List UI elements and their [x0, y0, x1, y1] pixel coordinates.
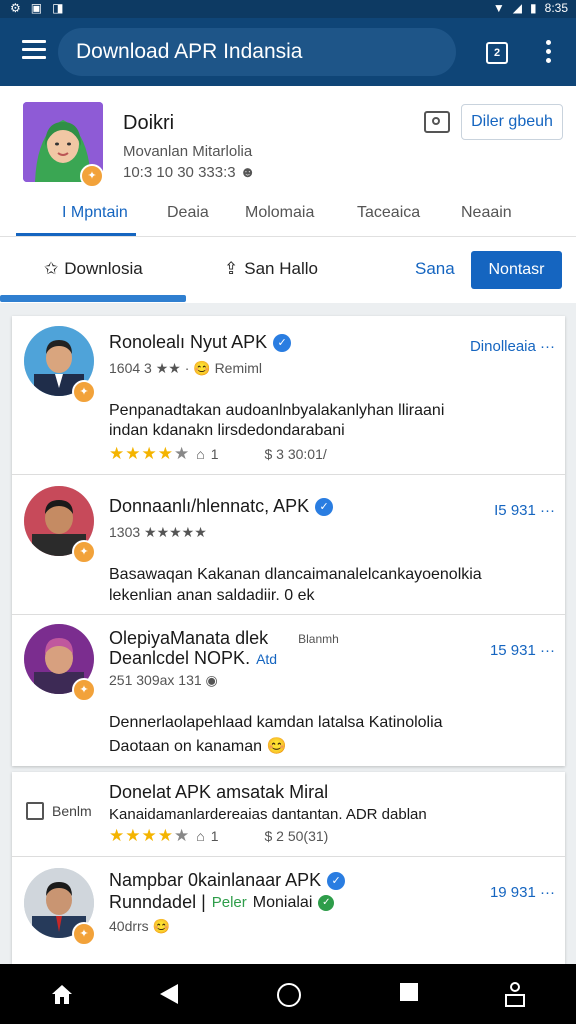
item-description-2: indan kdanakn lirsdedondarabani	[109, 422, 345, 439]
list-item[interactable]: ✦ Ronolealı Nyut APK ✓ 1604 3 ★★ · 😊 Remi…	[12, 316, 565, 475]
item-description: Basawaqan Kakanan dlancaimanalelcankayoe…	[109, 566, 482, 583]
tab-deaia[interactable]: Deaia	[167, 204, 209, 222]
app-list-card-2: Benlm Donelat APK amsatak Miral Kanaidam…	[12, 772, 565, 964]
profile-subtitle: Movanlan Mitarlolia	[123, 143, 253, 160]
app-title: Download APR Indansia	[76, 40, 303, 63]
item-meta: 1604 3 ★★ · 😊 Remiml	[109, 360, 263, 376]
item-description-2: Daotaan on kanaman 😊	[109, 738, 287, 755]
search-field[interactable]: Download APR Indansia	[58, 28, 456, 76]
clock: 8:35	[544, 1, 568, 15]
settings-icon: ⚙	[10, 1, 21, 15]
tab-neaain[interactable]: Neaain	[461, 204, 512, 222]
wifi-icon: ▼	[492, 1, 505, 15]
briefcase-icon: ▣	[30, 1, 43, 15]
emoji-icon: ☻	[239, 164, 256, 181]
tab-taceaica[interactable]: Taceaica	[357, 204, 420, 222]
item-meta: 1303 ★★★★★	[109, 524, 207, 540]
badge-icon: ✦	[72, 540, 96, 564]
sana-link[interactable]: Sana	[415, 259, 455, 279]
item-title-2: Runndadel | Peler Monialai ✓	[109, 892, 335, 913]
tabs-icon[interactable]: 2	[486, 42, 508, 64]
check-icon: ✓	[318, 894, 335, 911]
tab-molomaia[interactable]: Molomaia	[245, 204, 314, 222]
battery-icon: ▮	[530, 1, 537, 15]
item-action[interactable]: I5 931 ···	[494, 502, 555, 519]
signal-icon: ◢	[512, 1, 523, 15]
item-title-2: Deanlcdel NOPK. Atd	[109, 648, 278, 668]
verified-icon: ✓	[273, 333, 292, 352]
item-title: Donelat APK amsatak Miral	[109, 782, 329, 802]
back-icon[interactable]	[158, 982, 180, 1006]
item-description: Kanaidamanlardereaias dantantan. ADR dab…	[109, 806, 427, 823]
overflow-menu-icon[interactable]	[546, 40, 552, 67]
item-description-2: lekenlian anan saldadiir. 0 ek	[109, 587, 315, 604]
status-bar: ⚙ ▣ ◨ ▼ ◢ ▮ 8:35	[0, 0, 576, 18]
home-circle-icon[interactable]	[276, 982, 302, 1008]
app-bar: Download APR Indansia 2	[0, 18, 576, 86]
item-action[interactable]: Dinolleaia ···	[470, 338, 555, 355]
item-action[interactable]: 19 931 ···	[490, 884, 555, 901]
verified-icon: ✓	[327, 871, 346, 890]
badge-icon: ✦	[72, 678, 96, 702]
star-outline-icon: ✩	[44, 259, 59, 278]
rating-row: ★★★★★ ⌂ 1 $ 2 50(31)	[109, 826, 329, 845]
download-button[interactable]: ✩ Downlosia	[44, 259, 143, 279]
follow-button[interactable]: Diler gbeuh	[461, 104, 563, 140]
verified-badge-icon: ✦	[80, 164, 104, 188]
recents-icon[interactable]	[399, 982, 419, 1002]
primary-button[interactable]: Nontasr	[471, 251, 562, 289]
share-button[interactable]: ⇪ San Hallo	[224, 259, 318, 279]
profile-header: ✦ Doikri Movanlan Mitarlolia 10:3 10 30 …	[0, 86, 576, 236]
profile-stats: 10:3 10 30 333:3 ☻	[123, 164, 256, 181]
item-title: Donnaanlı/hlennatc, APK ✓	[109, 496, 334, 517]
camera-icon[interactable]	[424, 111, 450, 133]
notification-icon: ◨	[52, 1, 64, 15]
menu-icon[interactable]	[22, 40, 46, 60]
accessibility-icon[interactable]	[504, 982, 526, 1008]
bookmark-icon[interactable]: ⌂	[196, 446, 204, 462]
list-item[interactable]: ✦ Nampbar 0kainlanaar APK ✓ Runndadel | Pe…	[12, 856, 565, 964]
system-nav-bar	[0, 964, 576, 1024]
app-list-card: ✦ Ronolealı Nyut APK ✓ 1604 3 ★★ · 😊 Remi…	[12, 316, 565, 766]
item-description: Dennerlaolapehlaad kamdan latalsa Katino…	[109, 714, 443, 731]
badge-icon: ✦	[72, 380, 96, 404]
emoji-icon: 😊	[152, 918, 171, 934]
action-bar: ✩ Downlosia ⇪ San Hallo Sana Nontasr	[0, 236, 576, 303]
item-title: OlepiyaManata dlek Blanmh	[109, 628, 339, 648]
list-item[interactable]: ✦ OlepiyaManata dlek Blanmh Deanlcdel NOP…	[12, 614, 565, 766]
list-item[interactable]: ✦ Donnaanlı/hlennatc, APK ✓ 1303 ★★★★★ I5…	[12, 474, 565, 615]
rating-stars: ★★★★★	[109, 444, 191, 463]
action-indicator	[0, 295, 186, 302]
item-title: Nampbar 0kainlanaar APK ✓	[109, 870, 346, 891]
profile-tabs: I Mpntain Deaia Molomaia Taceaica Neaain	[16, 200, 576, 236]
home-icon[interactable]	[50, 982, 74, 1006]
avatar-mini-icon: ◉	[205, 672, 218, 688]
rating-row: ★★★★★ ⌂ 1 $ 3 30:01/	[109, 444, 327, 463]
tab-mpntain[interactable]: I Mpntain	[62, 204, 128, 222]
verified-icon: ✓	[315, 497, 334, 516]
emoji-icon: 😊	[266, 738, 287, 755]
item-description: Penpanadtakan audoanlnbyalakanlyhan llir…	[109, 402, 445, 419]
item-meta: 40drrs 😊	[109, 918, 171, 934]
profile-name: Doikri	[123, 112, 175, 134]
bookmark-icon[interactable]: ⌂	[196, 828, 204, 844]
item-meta: 251 309ax 131 ◉	[109, 672, 218, 688]
list-item[interactable]: Benlm Donelat APK amsatak Miral Kanaidam…	[12, 772, 565, 857]
item-title: Ronolealı Nyut APK ✓	[109, 332, 292, 353]
item-type: Benlm	[26, 802, 92, 820]
rating-stars: ★★★★★	[109, 826, 191, 845]
share-icon: ⇪	[224, 259, 239, 278]
badge-icon: ✦	[72, 922, 96, 946]
app-icon	[26, 802, 44, 820]
item-action[interactable]: 15 931 ···	[490, 642, 555, 659]
